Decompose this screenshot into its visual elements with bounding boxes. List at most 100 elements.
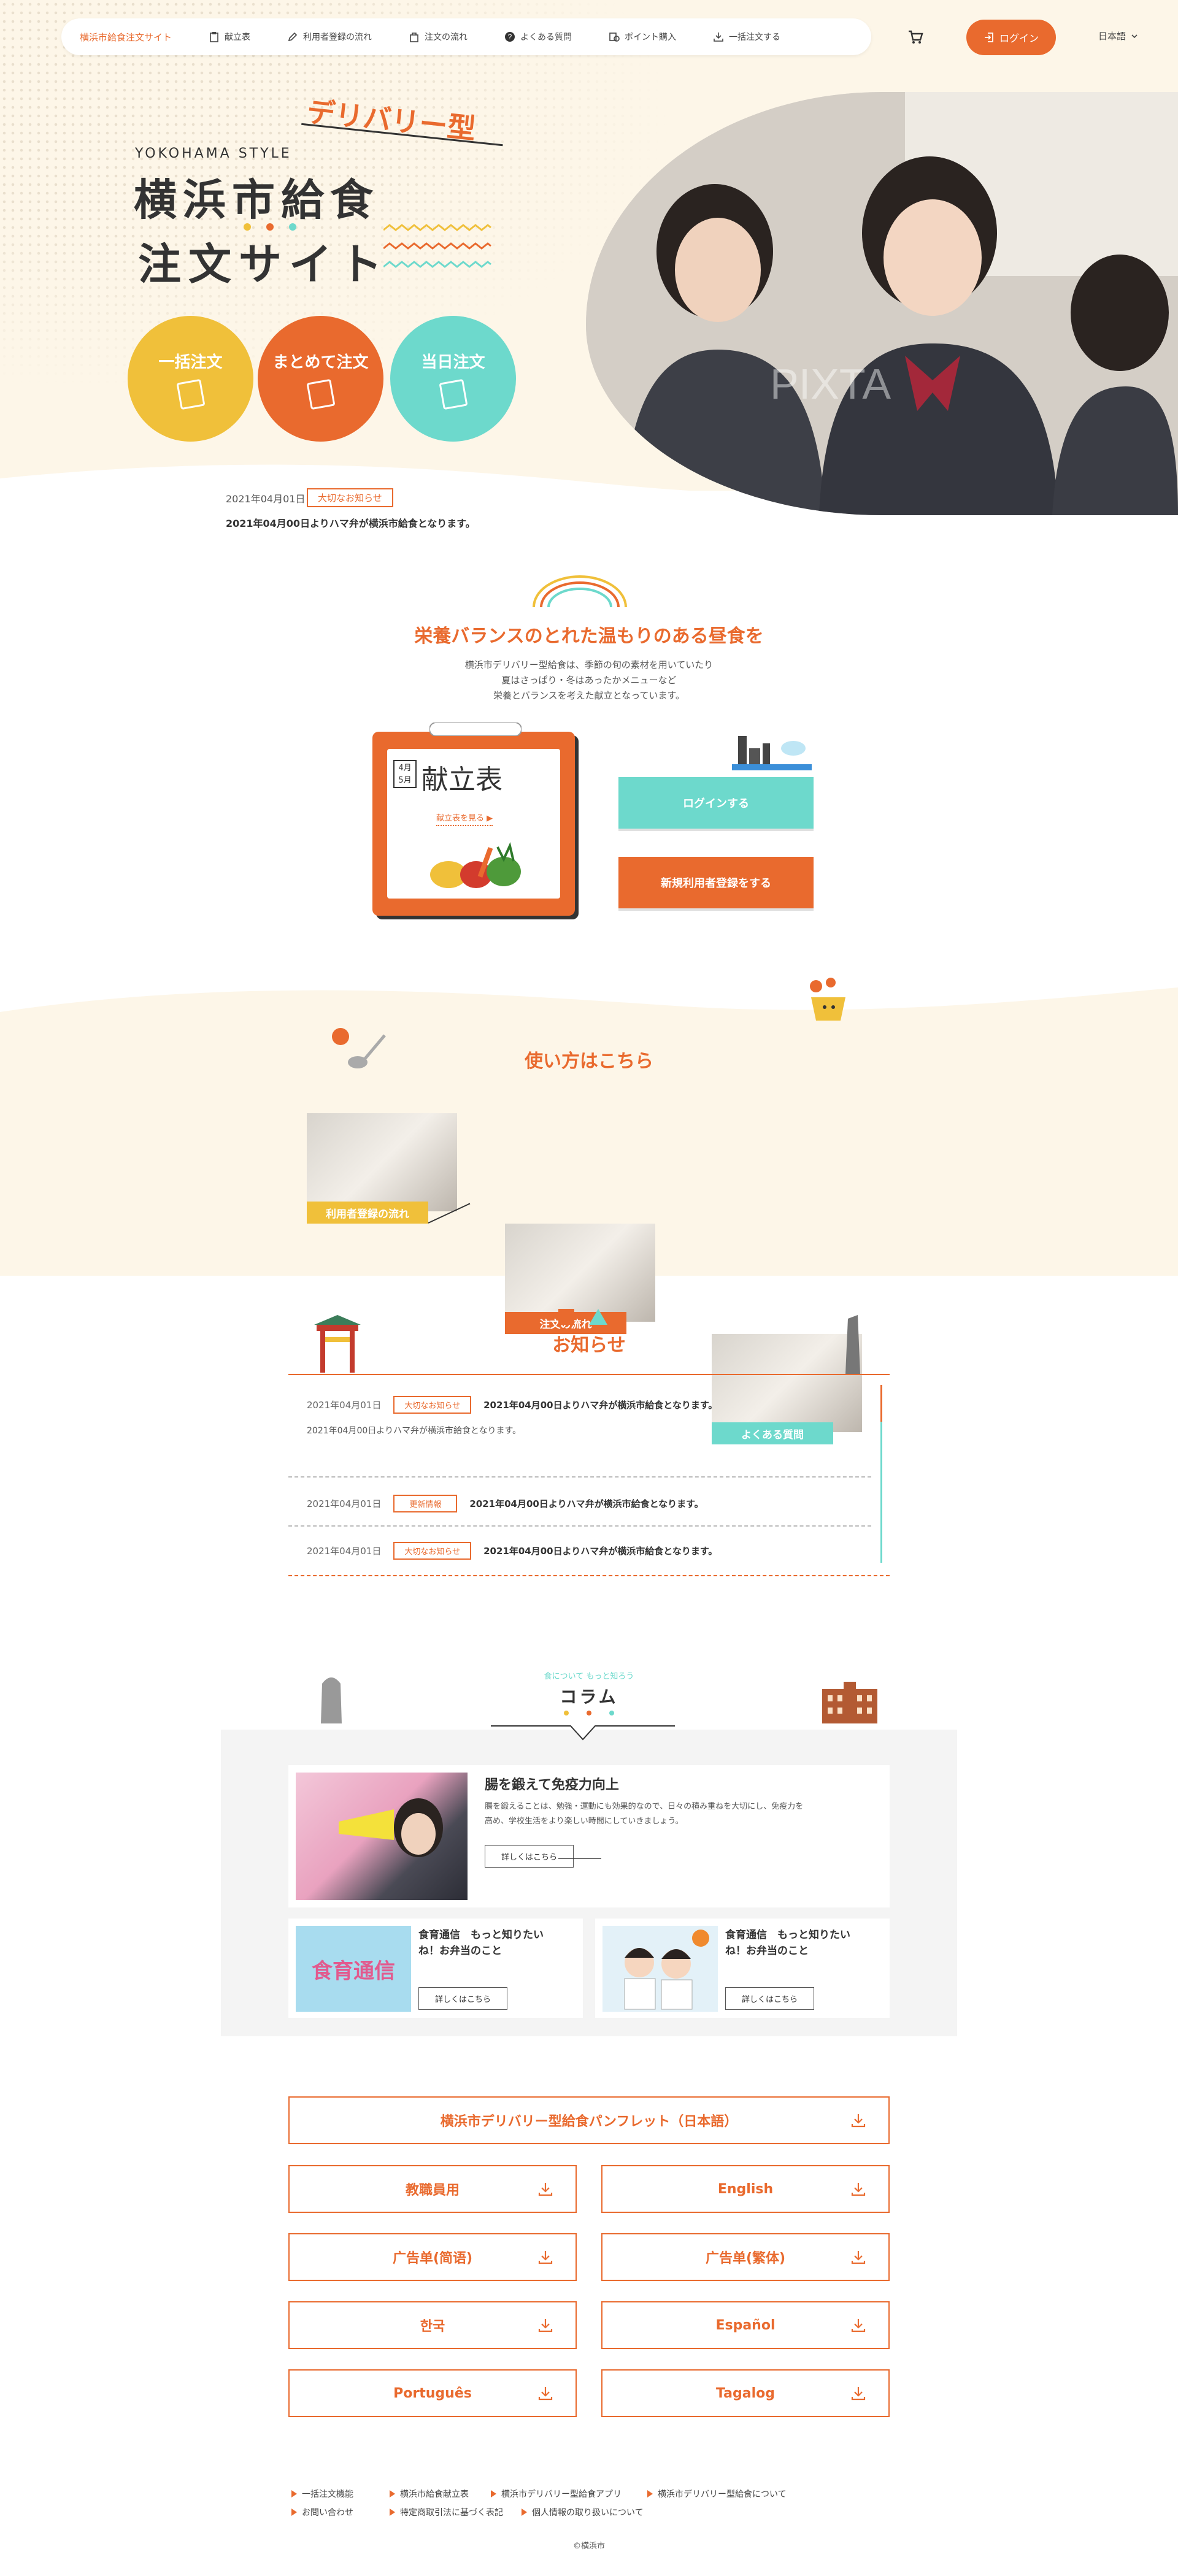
news-row[interactable]: 2021年04月01日 更新情報 2021年04月00日よりハマ弁が横浜市給食と… — [307, 1495, 704, 1512]
bag-icon — [410, 33, 418, 42]
download-icon — [851, 2319, 866, 2333]
download-button[interactable]: Tagalog — [601, 2369, 890, 2417]
document-icon — [306, 378, 336, 410]
menu-month-a: 4月 — [398, 764, 412, 773]
download-icon — [538, 2319, 553, 2333]
news-badge: 更新情報 — [393, 1495, 458, 1512]
triangle-icon — [291, 2509, 297, 2516]
footer-link[interactable]: 一括注文機能 — [291, 2488, 353, 2500]
vegetables-illustration — [430, 841, 521, 888]
howto-card-registration[interactable]: 利用者登録の流れ — [307, 1113, 471, 1224]
download-label: 广告单(简语) — [392, 2251, 473, 2266]
menu-view-link[interactable]: 献立表を見る ▶ — [436, 811, 493, 826]
news-body: 2021年04月00日よりハマ弁が横浜市給食となります。 — [307, 1426, 522, 1436]
download-pamphlet-japanese[interactable]: 横浜市デリバリー型給食パンフレット（日本語） — [288, 2096, 890, 2144]
nav-item-label: よくある質問 — [520, 33, 572, 42]
language-label: 日本語 — [1098, 31, 1126, 42]
top-nav: 横浜市給食注文サイト 献立表 利用者登録の流れ 注文の流れ ? よくある質問 ポ… — [61, 18, 871, 55]
more-arrow-line — [558, 1858, 601, 1859]
download-icon — [851, 2183, 866, 2196]
question-icon: ? — [505, 32, 515, 42]
download-label: 横浜市デリバリー型給食パンフレット（日本語） — [440, 2114, 738, 2129]
news-list: 2021年04月01日 大切なお知らせ 2021年04月00日よりハマ弁が横浜市… — [288, 1374, 890, 1576]
site-name-link[interactable]: 横浜市給食注文サイト — [80, 31, 172, 44]
top-news-title[interactable]: 2021年04月00日よりハマ弁が横浜市給食となります。 — [226, 515, 475, 530]
nav-item-registration[interactable]: 利用者登録の流れ — [287, 31, 372, 43]
login-label: ログイン — [999, 33, 1039, 44]
news-badge: 大切なお知らせ — [393, 1396, 472, 1414]
download-label: Español — [715, 2317, 776, 2333]
nav-item-bulk-order[interactable]: 一括注文する — [713, 31, 780, 43]
card-photo — [307, 1113, 457, 1211]
document-icon — [175, 378, 206, 410]
download-button[interactable]: English — [601, 2165, 890, 2213]
footer-link[interactable]: 特定商取引法に基づく表記 — [390, 2506, 503, 2518]
feature-more-button[interactable]: 詳しくはこちら — [485, 1845, 574, 1868]
nav-item-order-flow[interactable]: 注文の流れ — [409, 31, 468, 43]
cart-icon[interactable] — [907, 28, 924, 45]
column-feature-card[interactable]: 腸を鍛えて免疫力向上 腸を鍛えることは、勉強・運動にも効果的なので、日々の積み重… — [288, 1765, 890, 1907]
triangle-icon — [390, 2509, 395, 2516]
download-button[interactable]: 한국 — [288, 2301, 577, 2349]
card-more-button[interactable]: 詳しくはこちら — [418, 1987, 508, 2010]
login-cta-button[interactable]: ログインする — [618, 777, 814, 829]
news-divider — [288, 1525, 871, 1527]
download-icon — [538, 2387, 553, 2401]
download-label: 教職員用 — [405, 2183, 460, 2198]
footer-link[interactable]: 横浜市デリバリー型給食について — [647, 2488, 787, 2500]
nutrition-line-2: 夏はさっぱり・冬はあったかメニューなど — [501, 675, 677, 686]
nav-item-menu[interactable]: 献立表 — [209, 31, 250, 43]
chevron-down-icon — [1131, 34, 1138, 38]
kids-illustration — [624, 1930, 709, 2010]
nav-item-label: 献立表 — [225, 33, 251, 42]
card-title: 食育通信 もっと知りたい ね！お弁当のこと — [418, 1927, 544, 1959]
download-icon — [714, 33, 723, 42]
download-label: Tagalog — [715, 2385, 775, 2401]
news-badge: 大切なお知らせ — [393, 1542, 472, 1560]
menu-board[interactable]: 4月 5月 献立表 献立表を見る ▶ — [372, 732, 575, 916]
download-button[interactable]: 广告单(简语) — [288, 2233, 577, 2281]
card-title-line2: ね！お弁当のこと — [725, 1945, 809, 1957]
column-card[interactable]: 食育通信 食育通信 もっと知りたい ね！お弁当のこと 詳しくはこちら — [288, 1919, 583, 2018]
footer-link[interactable]: 個人情報の取り扱いについて — [522, 2506, 644, 2518]
language-selector[interactable]: 日本語 — [1098, 29, 1138, 42]
news-headline: 2021年04月00日よりハマ弁が横浜市給食となります。 — [469, 1498, 704, 1509]
download-button[interactable]: Español — [601, 2301, 890, 2349]
news-row[interactable]: 2021年04月01日 大切なお知らせ 2021年04月00日よりハマ弁が横浜市… — [307, 1396, 717, 1414]
card-title: 食育通信 もっと知りたい ね！お弁当のこと — [725, 1927, 850, 1959]
download-button[interactable]: 教職員用 — [288, 2165, 577, 2213]
news-scroll-thumb[interactable] — [880, 1385, 882, 1422]
column-kicker: 食について もっと知ろう — [544, 1672, 634, 1681]
document-icon — [438, 378, 468, 410]
column-card[interactable]: 食育通信 もっと知りたい ね！お弁当のこと 詳しくはこちら — [595, 1919, 890, 2018]
download-label: Português — [393, 2385, 472, 2401]
download-label: 한국 — [420, 2319, 445, 2334]
menu-board-title: 献立表 — [422, 764, 502, 795]
news-row[interactable]: 2021年04月01日 大切なお知らせ 2021年04月00日よりハマ弁が横浜市… — [307, 1542, 717, 1560]
same-day-order-circle[interactable]: 当日注文 — [390, 316, 516, 442]
news-date: 2021年04月01日 — [307, 1400, 382, 1411]
footer-link[interactable]: 横浜市給食献立表 — [390, 2488, 469, 2500]
download-button[interactable]: 广告单(繁体) — [601, 2233, 890, 2281]
triangle-icon — [647, 2490, 653, 2497]
footer-link[interactable]: お問い合わせ — [291, 2506, 353, 2518]
batch-order-circle[interactable]: まとめて注文 — [258, 316, 383, 442]
card-more-button[interactable]: 詳しくはこちら — [725, 1987, 815, 2010]
nav-item-points[interactable]: ポイント購入 — [609, 31, 676, 43]
register-cta-button[interactable]: 新規利用者登録をする — [618, 857, 814, 908]
hero-title-line1: 横浜市給食 — [134, 175, 379, 225]
menu-board-inner: 4月 5月 献立表 献立表を見る ▶ — [387, 749, 560, 899]
nav-item-faq[interactable]: ? よくある質問 — [504, 31, 572, 43]
feature-title: 腸を鍛えて免疫力向上 — [485, 1777, 619, 1793]
card-image: 食育通信 — [296, 1926, 411, 2012]
footer-link[interactable]: 横浜市デリバリー型給食アプリ — [491, 2488, 622, 2500]
top-news-date: 2021年04月01日 — [226, 493, 306, 505]
card-title-line1: 食育通信 もっと知りたい — [725, 1929, 850, 1941]
login-button[interactable]: ログイン — [966, 20, 1056, 55]
feature-body-line1: 腸を鍛えることは、勉強・運動にも効果的なので、日々の積み重ねを大切にし、免疫力を — [485, 1802, 804, 1811]
login-icon — [984, 33, 993, 42]
bulk-order-circle[interactable]: 一括注文 — [128, 316, 253, 442]
svg-text:?: ? — [508, 33, 512, 41]
card-image — [602, 1926, 718, 2012]
download-button[interactable]: Português — [288, 2369, 577, 2417]
